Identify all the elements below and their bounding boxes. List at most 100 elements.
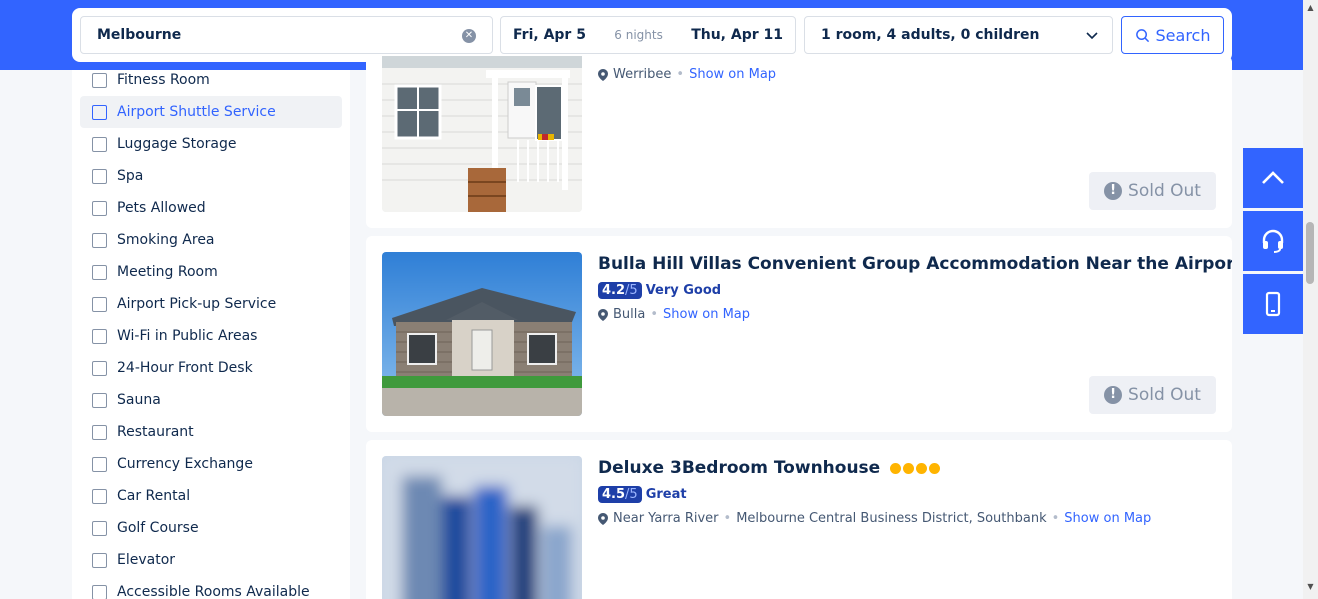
hotel-card[interactable]: Bulla Hill Villas Convenient Group Accom… <box>366 236 1232 432</box>
hotel-image[interactable] <box>382 252 582 416</box>
guests-selector[interactable]: 1 room, 4 adults, 0 children <box>804 16 1113 54</box>
checkbox[interactable] <box>92 456 107 472</box>
sold-out-label: Sold Out <box>1128 181 1201 201</box>
checkbox[interactable] <box>92 552 107 568</box>
filter-item[interactable]: Spa <box>80 160 342 192</box>
filter-label: Currency Exchange <box>117 456 253 472</box>
review-rating: 4.2/5 Very Good <box>598 282 721 299</box>
hotel-name-text: Deluxe 3Bedroom Townhouse <box>598 458 881 478</box>
filter-item[interactable]: Elevator <box>80 544 342 576</box>
scroll-down-arrow-icon[interactable]: ▼ <box>1305 582 1316 592</box>
filter-item[interactable]: Airport Shuttle Service <box>80 96 342 128</box>
score-value: 4.2 <box>602 283 626 298</box>
filter-label: Elevator <box>117 552 176 568</box>
date-picker[interactable]: Fri, Apr 5 6 nights Thu, Apr 11 <box>500 16 796 54</box>
checkbox[interactable] <box>92 136 107 152</box>
filter-item[interactable]: 24-Hour Front Desk <box>80 352 342 384</box>
filter-label: Luggage Storage <box>117 136 237 152</box>
star-icon <box>903 462 915 474</box>
checkbox[interactable] <box>92 168 107 184</box>
filter-item[interactable]: Currency Exchange <box>80 448 342 480</box>
filter-item[interactable]: Airport Pick-up Service <box>80 288 342 320</box>
checkbox[interactable] <box>92 392 107 408</box>
checkbox[interactable] <box>92 232 107 248</box>
checkbox[interactable] <box>92 488 107 504</box>
checkbox[interactable] <box>92 296 107 312</box>
checkbox[interactable] <box>92 200 107 216</box>
filter-label: Restaurant <box>117 424 194 440</box>
score-badge: 4.2/5 <box>598 282 642 299</box>
location-text: Bulla <box>613 307 646 322</box>
scrollbar[interactable] <box>1303 0 1318 599</box>
filter-label: Airport Shuttle Service <box>117 104 276 120</box>
checkbox[interactable] <box>92 104 107 120</box>
star-icon <box>929 462 941 474</box>
location-pin-icon <box>598 68 608 81</box>
hotel-name[interactable]: Deluxe 3Bedroom Townhouse <box>598 458 941 478</box>
filter-item[interactable]: Luggage Storage <box>80 128 342 160</box>
sold-out-label: Sold Out <box>1128 385 1201 405</box>
filter-item[interactable]: Smoking Area <box>80 224 342 256</box>
sold-out-badge: ! Sold Out <box>1089 376 1216 414</box>
filter-item[interactable]: Meeting Room <box>80 256 342 288</box>
checkbox[interactable] <box>92 328 107 344</box>
search-button[interactable]: Search <box>1121 16 1224 54</box>
destination-input[interactable]: Melbourne ✕ <box>80 16 493 54</box>
checkbox[interactable] <box>92 520 107 536</box>
hotel-card[interactable]: Werribee • Show on Map ! Sold Out <box>366 56 1232 228</box>
destination-value: Melbourne <box>97 27 182 43</box>
mobile-app-button[interactable] <box>1243 274 1303 334</box>
customer-support-button[interactable] <box>1243 211 1303 271</box>
separator-dot: • <box>1051 511 1060 526</box>
filter-label: Golf Course <box>117 520 199 536</box>
filter-item[interactable]: Car Rental <box>80 480 342 512</box>
filter-label: Spa <box>117 168 144 184</box>
filter-label: Smoking Area <box>117 232 215 248</box>
location-text: Near Yarra River <box>613 511 719 526</box>
hotel-card[interactable]: Deluxe 3Bedroom Townhouse 4.5/5 Great Ne… <box>366 440 1232 599</box>
filter-label: Accessible Rooms Available <box>117 584 310 599</box>
filter-item[interactable]: Pets Allowed <box>80 192 342 224</box>
checkbox[interactable] <box>92 264 107 280</box>
filter-item[interactable]: Restaurant <box>80 416 342 448</box>
checkbox[interactable] <box>92 360 107 376</box>
rating-text: Great <box>645 487 687 502</box>
review-rating: 4.5/5 Great <box>598 486 687 503</box>
filter-label: Airport Pick-up Service <box>117 296 277 312</box>
filter-item[interactable]: Golf Course <box>80 512 342 544</box>
filter-item[interactable]: Sauna <box>80 384 342 416</box>
show-on-map-link[interactable]: Show on Map <box>1064 511 1151 526</box>
back-to-top-button[interactable] <box>1243 148 1303 208</box>
checkbox[interactable] <box>92 424 107 440</box>
guests-value: 1 room, 4 adults, 0 children <box>821 27 1040 43</box>
show-on-map-link[interactable]: Show on Map <box>689 67 776 82</box>
hotel-image[interactable] <box>382 56 582 212</box>
score-value: 4.5 <box>602 487 626 502</box>
star-rating <box>890 462 941 474</box>
location-text: Werribee <box>613 67 672 82</box>
chevron-up-icon <box>1262 171 1284 184</box>
filter-label: Meeting Room <box>117 264 218 280</box>
filter-item[interactable]: Accessible Rooms Available <box>80 576 342 599</box>
scroll-up-arrow-icon[interactable]: ▲ <box>1305 3 1316 13</box>
checkbox[interactable] <box>92 72 107 88</box>
info-icon: ! <box>1104 182 1123 200</box>
hotel-location: Bulla • Show on Map <box>598 307 750 322</box>
district-text: Melbourne Central Business District, Sou… <box>736 511 1047 526</box>
checkbox[interactable] <box>92 584 107 599</box>
show-on-map-link[interactable]: Show on Map <box>663 307 750 322</box>
filter-item[interactable]: Fitness Room <box>80 64 342 96</box>
filter-item[interactable]: Wi-Fi in Public Areas <box>80 320 342 352</box>
hotel-name[interactable]: Bulla Hill Villas Convenient Group Accom… <box>598 254 1232 274</box>
clear-icon[interactable]: ✕ <box>462 29 476 43</box>
hotel-location: Near Yarra River • Melbourne Central Bus… <box>598 511 1151 526</box>
star-icon <box>890 462 902 474</box>
sold-out-badge: ! Sold Out <box>1089 172 1216 210</box>
scrollbar-thumb[interactable] <box>1306 222 1314 284</box>
score-max: /5 <box>625 283 638 298</box>
info-icon: ! <box>1104 386 1123 404</box>
filter-label: Pets Allowed <box>117 200 206 216</box>
checkin-date: Fri, Apr 5 <box>513 27 586 43</box>
hotel-image[interactable] <box>382 456 582 599</box>
star-icon <box>916 462 928 474</box>
